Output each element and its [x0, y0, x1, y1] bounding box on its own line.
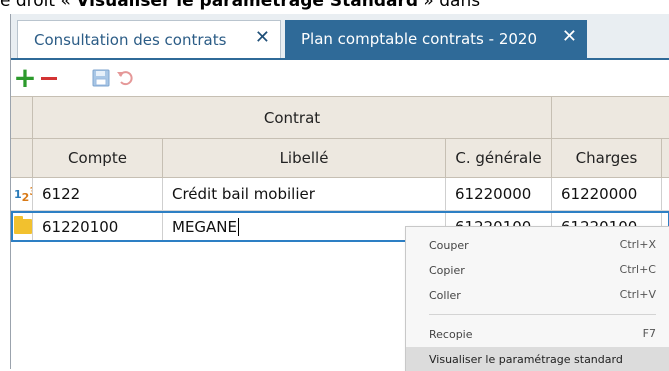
numbering-icon: 123: [11, 178, 33, 210]
tab-consultation-contrats[interactable]: Consultation des contrats ✕: [17, 20, 281, 58]
text-caret: [238, 217, 240, 236]
column-header-charges[interactable]: Charges: [552, 139, 662, 177]
column-header-indicator: [11, 139, 33, 177]
table-row[interactable]: 123 6122 Crédit bail mobilier 61220000 6…: [11, 178, 669, 211]
menu-item-label: Coller: [429, 288, 461, 302]
column-header-c-generale[interactable]: C. générale: [446, 139, 552, 177]
group-header-contrat: Contrat: [33, 97, 552, 138]
menu-item-label: Couper: [429, 238, 469, 252]
caption-bold: Visualiser le paramétrage Standard: [76, 0, 419, 11]
group-header-spacer: [11, 97, 33, 138]
plus-icon[interactable]: +: [13, 64, 36, 92]
close-icon[interactable]: ✕: [255, 29, 270, 47]
tab-label: Consultation des contrats: [34, 30, 227, 49]
close-icon[interactable]: ✕: [562, 28, 577, 46]
folder-icon: [13, 213, 33, 240]
cell-libelle[interactable]: Crédit bail mobilier: [163, 178, 446, 210]
menu-item-shortcut: Ctrl+V: [619, 288, 656, 301]
column-header-row: Compte Libellé C. générale Charges: [11, 139, 669, 178]
cell-charges[interactable]: 61220000: [552, 178, 662, 210]
cell-compte[interactable]: 6122: [33, 178, 163, 210]
menu-item-visualiser-parametrage-standard[interactable]: Visualiser le paramétrage standard: [406, 347, 669, 371]
toolbar: +: [11, 60, 669, 96]
tab-bar: Consultation des contrats ✕ Plan comptab…: [11, 14, 669, 60]
group-header-row: Contrat: [11, 96, 669, 139]
menu-item-recopie[interactable]: Recopie F7: [406, 322, 669, 346]
undo-icon[interactable]: [115, 68, 135, 88]
caption-prefix: e droit «: [0, 0, 77, 11]
tab-plan-comptable-contrats[interactable]: Plan comptable contrats - 2020 ✕: [285, 20, 587, 58]
cell-libelle-editing[interactable]: MEGANE: [163, 213, 446, 240]
menu-item-label: Copier: [429, 263, 465, 277]
menu-separator: [429, 314, 656, 315]
instruction-caption: e droit « Visualiser le paramétrage Stan…: [0, 0, 669, 13]
save-icon[interactable]: [91, 68, 111, 88]
context-menu: Couper Ctrl+X Copier Ctrl+C Coller Ctrl+…: [405, 226, 669, 371]
menu-item-copier[interactable]: Copier Ctrl+C: [406, 258, 669, 282]
caption-suffix: » dans: [418, 0, 481, 11]
menu-item-couper[interactable]: Couper Ctrl+X: [406, 233, 669, 257]
group-header-next: [552, 97, 669, 138]
cell-libelle-text: MEGANE: [172, 217, 238, 236]
cell-compte[interactable]: 61220100: [33, 213, 163, 240]
menu-item-shortcut: F7: [642, 327, 656, 340]
menu-item-shortcut: Ctrl+C: [619, 263, 656, 276]
menu-item-coller[interactable]: Coller Ctrl+V: [406, 283, 669, 307]
column-header-compte[interactable]: Compte: [33, 139, 163, 177]
tab-label: Plan comptable contrats - 2020: [301, 30, 537, 48]
cell-c-generale[interactable]: 61220000: [446, 178, 552, 210]
menu-item-label: Recopie: [429, 327, 473, 341]
menu-item-shortcut: Ctrl+X: [619, 238, 656, 251]
column-header-libelle[interactable]: Libellé: [163, 139, 446, 177]
minus-icon[interactable]: [39, 68, 59, 88]
menu-item-label: Visualiser le paramétrage standard: [429, 352, 623, 366]
